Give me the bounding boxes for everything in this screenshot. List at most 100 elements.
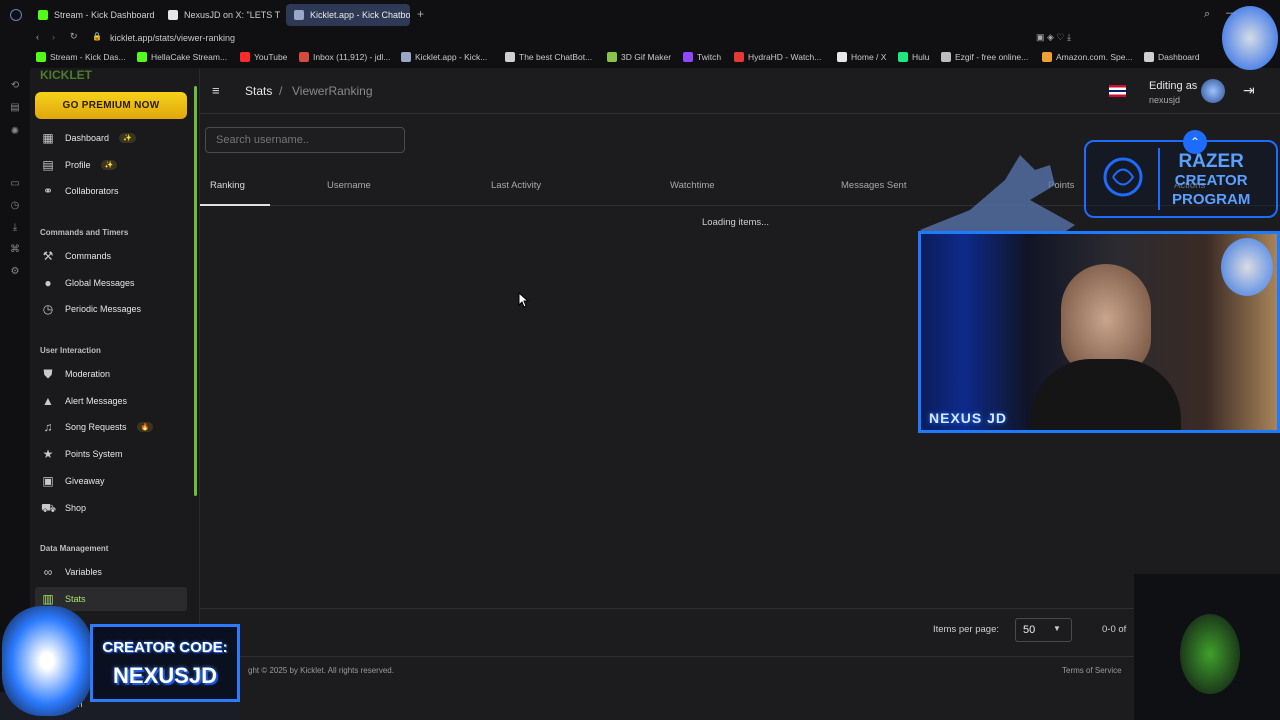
go-premium-button[interactable]: GO PREMIUM NOW [35, 92, 187, 119]
section-commands-and-timers: Commands and Timers [40, 228, 129, 237]
footer-divider [200, 656, 1280, 657]
sidebar-item-badge: ✨ [119, 133, 136, 143]
bookmark-favicon-icon [401, 52, 411, 62]
browser-tab[interactable]: Stream - Kick Dashboard [30, 4, 170, 26]
sidebar-item-variables[interactable]: ∞ Variables [35, 560, 187, 584]
back-arrow-icon[interactable]: ‹ [36, 32, 39, 42]
url-field[interactable]: kicklet.app/stats/viewer-ranking [110, 33, 235, 43]
browser-logo-icon[interactable] [10, 9, 22, 21]
sidebar-item-song-requests[interactable]: ♫ Song Requests 🔥 [35, 415, 187, 439]
items-per-page-select[interactable]: 50 ▼ [1015, 618, 1072, 642]
sidebar-item-moderation[interactable]: ⛊ Moderation [35, 362, 187, 386]
column-header-messages-sent[interactable]: Messages Sent [841, 180, 906, 191]
music-icon: ♫ [43, 420, 53, 435]
settings-icon[interactable]: ⚙ [9, 266, 21, 278]
avatar[interactable] [1201, 79, 1225, 103]
tab-label: Stream - Kick Dashboard [54, 10, 155, 20]
sidebar-item-label: Dashboard [65, 133, 110, 143]
bookmark-item[interactable]: Ezgif - free online... [941, 52, 1028, 62]
username-label: nexusjd [1149, 95, 1181, 105]
copyright-text: ght © 2025 by Kicklet. All rights reserv… [248, 666, 394, 675]
bookmark-item[interactable]: Dashboard [1144, 52, 1200, 62]
bookmark-label: Hulu [912, 52, 930, 62]
browser-tab[interactable]: NexusJD on X: "LETS TC [160, 4, 280, 26]
download-icon[interactable]: ⤓ [9, 222, 21, 234]
bookmarks-bar: Stream - Kick Das... HellaCake Stream... Y… [0, 48, 1280, 68]
bookmark-item[interactable]: Twitch [683, 52, 721, 62]
reload-icon[interactable]: ↻ [70, 31, 78, 42]
forward-arrow-icon[interactable]: › [52, 32, 55, 42]
history-icon[interactable]: ⟲ [9, 80, 21, 92]
terms-of-service-link[interactable]: Terms of Service [1062, 666, 1122, 675]
wallet-icon[interactable]: ▤ [9, 102, 21, 114]
chevron-down-icon: ▼ [1053, 624, 1061, 633]
bookmark-item[interactable]: HellaCake Stream... [137, 52, 227, 62]
razer-line-1: RAZER [1178, 151, 1244, 172]
scroll-up-icon[interactable]: ⌃ [1183, 130, 1207, 154]
menu-toggle-icon[interactable]: ≡ [212, 83, 220, 98]
bookmark-favicon-icon [683, 52, 693, 62]
bookmark-favicon-icon [607, 52, 617, 62]
logout-icon[interactable]: ⇥ [1243, 82, 1255, 99]
sidebar-scrollbar[interactable] [194, 86, 197, 496]
bookmark-label: HellaCake Stream... [151, 52, 228, 62]
extensions-icon[interactable]: ▣ ◈ ♡ ⤓ [1036, 32, 1071, 43]
bookmark-item[interactable]: YouTube [240, 52, 287, 62]
bookmark-favicon-icon [734, 52, 744, 62]
sidebar-item-badge: 🔥 [136, 422, 154, 433]
profile-icon: ▤ [42, 157, 54, 172]
qr-center-graphic [1180, 614, 1240, 694]
bookmark-item[interactable]: Inbox (11,912) - jdl... [299, 52, 390, 62]
sidebar-item-giveaway[interactable]: ▣ Giveaway [35, 469, 187, 493]
search-username-input[interactable] [205, 127, 405, 153]
bookmark-label: HydraHD - Watch... [748, 52, 822, 62]
sidebar-item-global-messages[interactable]: ● Global Messages [35, 271, 187, 295]
uk-flag-icon[interactable] [1109, 85, 1126, 97]
cards-icon[interactable]: ▭ [9, 178, 21, 190]
sidebar-item-periodic-messages[interactable]: ◷ Periodic Messages [35, 297, 187, 321]
wolf-statue-overlay [910, 140, 1080, 240]
column-header-ranking[interactable]: Ranking [210, 180, 245, 191]
sidebar-item-label: Shop [65, 502, 87, 513]
sidebar-item-label: Collaborators [65, 186, 119, 197]
bookmark-item[interactable]: Home / X [837, 52, 886, 62]
bookmark-item[interactable]: HydraHD - Watch... [734, 52, 821, 62]
streamer-shirt [1031, 359, 1181, 430]
extensions-rail-icon[interactable]: ⌘ [9, 244, 21, 256]
sidebar-item-collaborators[interactable]: ⚭ Collaborators [35, 179, 187, 203]
clock-rail-icon[interactable]: ◷ [9, 200, 21, 212]
search-icon[interactable]: ⌕ [1204, 8, 1210, 21]
bookmark-label: Stream - Kick Das... [50, 52, 126, 62]
sidebar-item-points-system[interactable]: ★ Points System [35, 442, 187, 466]
bookmark-favicon-icon [36, 52, 46, 62]
editing-as-label: Editing as [1149, 80, 1198, 92]
bookmark-item[interactable]: Stream - Kick Das... [36, 52, 126, 62]
sidebar-item-commands[interactable]: ⚒ Commands [35, 244, 187, 268]
new-tab-plus-icon[interactable]: + [417, 7, 424, 21]
bookmark-item[interactable]: The best ChatBot... [505, 52, 592, 62]
bookmark-label: Ezgif - free online... [955, 52, 1029, 62]
bookmark-item[interactable]: Amazon.com. Spe... [1042, 52, 1133, 62]
column-header-watchtime[interactable]: Watchtime [670, 180, 715, 191]
column-header-username[interactable]: Username [327, 180, 371, 191]
breadcrumb-stats[interactable]: Stats [245, 84, 272, 98]
razer-line-2: CREATOR [1174, 172, 1248, 189]
cam-name-label: NEXUS JD [929, 410, 1008, 426]
sidebar-item-shop[interactable]: ⛟ Shop [35, 496, 187, 520]
sidebar-item-alert-messages[interactable]: ▲ Alert Messages [35, 389, 187, 413]
browser-tab[interactable]: Kicklet.app - Kick Chatbo [286, 4, 410, 26]
sidebar-item-dashboard[interactable]: ▦ Dashboard ✨ [35, 126, 187, 150]
tab-favicon-icon [38, 10, 48, 20]
sidebar-item-profile[interactable]: ▤ Profile ✨ [35, 153, 187, 177]
badge-divider [1158, 148, 1160, 210]
bookmark-item[interactable]: Kicklet.app - Kick... [401, 52, 487, 62]
chatgpt-icon[interactable]: ✺ [9, 126, 21, 138]
wolf-mascot-icon [2, 606, 92, 716]
column-header-last-activity[interactable]: Last Activity [491, 180, 541, 191]
top-bar: ≡ Stats / ViewerRanking Editing as nexus… [200, 68, 1280, 114]
sidebar-item-label: Commands [65, 251, 112, 261]
bookmark-item[interactable]: Hulu [898, 52, 929, 62]
section-data-management: Data Management [40, 544, 109, 553]
bookmark-item[interactable]: 3D Gif Maker [607, 52, 671, 62]
star-icon: ★ [42, 447, 54, 462]
